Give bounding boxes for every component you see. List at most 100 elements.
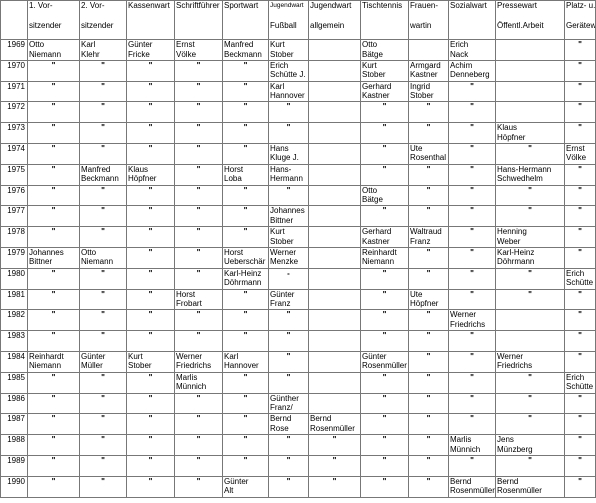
header-jugendf-line2: Fußball xyxy=(270,20,297,30)
year-cell: 1985 xyxy=(0,371,28,394)
cell-frauen: Waltraud Franz xyxy=(408,226,449,248)
table-row: 1975 " Manfred Beckmann Klaus Höpfner " Horst… xyxy=(0,163,596,186)
cell-v1: " xyxy=(27,309,80,332)
header-presse-line2: Öffentl.Arbeit xyxy=(497,20,544,30)
cell-frauen: " xyxy=(408,267,449,290)
cell-kasse: " xyxy=(126,122,175,144)
cell-schrift: " xyxy=(174,184,223,207)
year-cell: 1972 xyxy=(0,101,28,124)
cell-frauen: " xyxy=(408,413,449,436)
cell-sport: Karl-Heinz Döhrmann xyxy=(222,267,269,290)
cell-v2: " xyxy=(79,309,127,332)
cell-sport: " xyxy=(222,80,269,103)
cell-v1: " xyxy=(27,205,80,228)
cell-jugendf: " xyxy=(268,122,309,144)
year-cell: 1977 xyxy=(0,205,28,228)
cell-schrift: Ernst Völke xyxy=(174,39,223,61)
cell-sozial: " xyxy=(448,330,496,352)
cell-v2: " xyxy=(79,330,127,352)
cell-jugenda xyxy=(308,142,361,165)
year-cell: 1970 xyxy=(0,59,28,82)
cell-tt: Otto Bätge xyxy=(360,184,409,207)
cell-v1: " xyxy=(27,288,80,311)
cell-sozial: " xyxy=(448,288,496,311)
cell-sozial: " xyxy=(448,267,496,290)
cell-kasse: " xyxy=(126,184,175,207)
cell-sozial: " xyxy=(448,246,496,269)
cell-v1: " xyxy=(27,184,80,207)
cell-jugendf: Bernd Rose xyxy=(268,413,309,436)
cell-v1: " xyxy=(27,454,80,477)
cell-platz: " xyxy=(564,39,596,61)
cell-platz: " xyxy=(564,101,596,124)
header-v2: 2. Vor-sitzender xyxy=(79,0,127,40)
cell-sozial: Werner Friedrichs xyxy=(448,309,496,332)
cell-v1: " xyxy=(27,434,80,456)
cell-presse xyxy=(495,101,565,124)
cell-v1: Otto Niemann xyxy=(27,39,80,61)
cell-presse xyxy=(495,330,565,352)
header-jugendf-line1: Jugendwart xyxy=(270,2,304,9)
cell-tt: " xyxy=(360,142,409,165)
cell-schrift: " xyxy=(174,80,223,103)
cell-frauen: " xyxy=(408,330,449,352)
year-cell: 1983 xyxy=(0,330,28,352)
cell-kasse: " xyxy=(126,434,175,456)
cell-frauen: Ute Rosenthal xyxy=(408,142,449,165)
cell-sozial: " xyxy=(448,184,496,207)
cell-presse: " xyxy=(495,288,565,311)
cell-tt: " xyxy=(360,122,409,144)
cell-jugendf: " xyxy=(268,475,309,498)
cell-frauen: " xyxy=(408,205,449,228)
header-platz-line1: Platz- u. xyxy=(566,1,596,11)
cell-schrift: " xyxy=(174,434,223,456)
cell-sozial: Achim Denneberg xyxy=(448,59,496,82)
header-presse-line1: Pressewart xyxy=(497,1,538,11)
cell-frauen: " xyxy=(408,122,449,144)
cell-jugenda xyxy=(308,163,361,186)
cell-sozial: " xyxy=(448,205,496,228)
cell-presse xyxy=(495,39,565,61)
cell-schrift: Horst Frobart xyxy=(174,288,223,311)
cell-presse xyxy=(495,59,565,82)
cell-frauen: " xyxy=(408,246,449,269)
cell-v1: " xyxy=(27,101,80,124)
cell-platz: Erich Schütte j. xyxy=(564,371,596,394)
cell-kasse: " xyxy=(126,226,175,248)
cell-frauen xyxy=(408,39,449,61)
cell-v2: Günter Müller xyxy=(79,350,127,373)
cell-kasse: " xyxy=(126,371,175,394)
cell-sport: " xyxy=(222,59,269,82)
header-v1-line2: sitzender xyxy=(29,20,62,30)
cell-schrift: " xyxy=(174,122,223,144)
cell-schrift: " xyxy=(174,246,223,269)
year-cell: 1978 xyxy=(0,226,28,248)
year-cell: 1987 xyxy=(0,413,28,436)
cell-presse: Henning Weber xyxy=(495,226,565,248)
cell-jugendf: Kurt Stober xyxy=(268,39,309,61)
table-row: 1981 " " " Horst Frobart " Günter Franz " Ute Hö… xyxy=(0,288,596,311)
cell-kasse: " xyxy=(126,205,175,228)
cell-kasse: " xyxy=(126,330,175,352)
table-row: 1972 " " " " " " " " " " xyxy=(0,101,596,124)
year-cell: 1989 xyxy=(0,454,28,477)
cell-frauen: " xyxy=(408,371,449,394)
cell-jugenda xyxy=(308,122,361,144)
cell-v2: " xyxy=(79,475,127,498)
cell-frauen: " xyxy=(408,350,449,373)
cell-jugendf: Karl Hannover xyxy=(268,80,309,103)
cell-jugenda xyxy=(308,330,361,352)
cell-platz: " xyxy=(564,350,596,373)
cell-v2: " xyxy=(79,392,127,415)
cell-v1: " xyxy=(27,142,80,165)
cell-presse xyxy=(495,309,565,332)
year-cell: 1971 xyxy=(0,80,28,103)
table-row: 1974 " " " " " Hans Kluge J. " Ute Rosenthal " " Er… xyxy=(0,142,596,165)
header-frauen-line1: Frauen- xyxy=(410,1,439,11)
cell-jugendf: " xyxy=(268,454,309,477)
cell-jugendf: " xyxy=(268,184,309,207)
table-row: 1985 " " " Marlis Münnich " " " " " " Erich Schütte… xyxy=(0,371,596,394)
cell-sport: " xyxy=(222,226,269,248)
year-cell: 1980 xyxy=(0,267,28,290)
cell-v1: " xyxy=(27,330,80,352)
